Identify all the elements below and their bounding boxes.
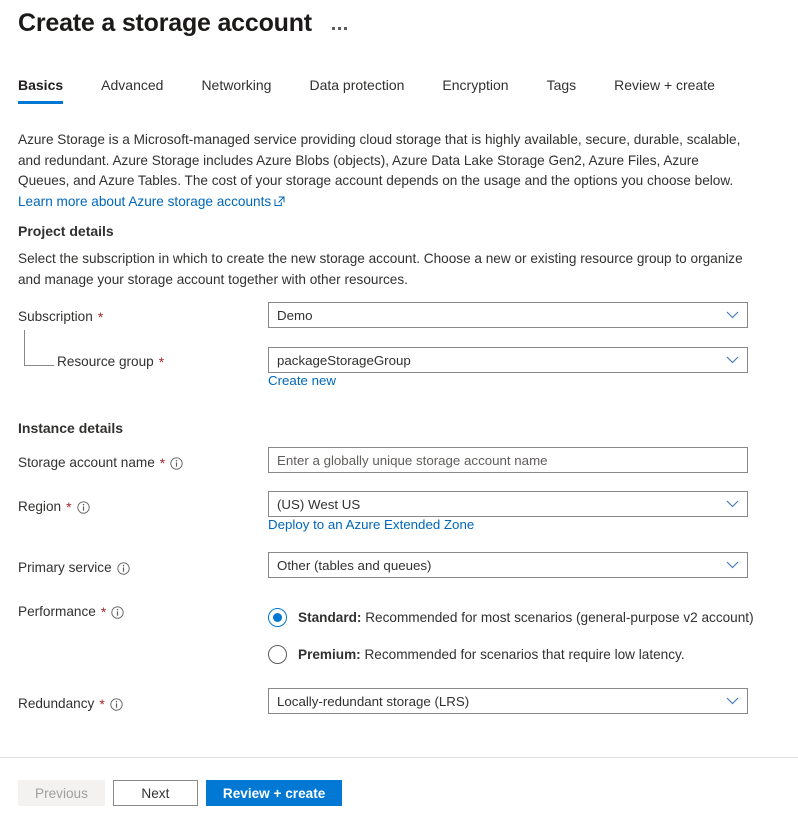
- storage-account-name-label: Storage account name *: [18, 454, 183, 472]
- tab-encryption[interactable]: Encryption: [442, 76, 508, 104]
- performance-required-marker: *: [101, 605, 106, 619]
- ellipsis-dot-2: [338, 27, 341, 30]
- performance-option-standard[interactable]: Standard: Recommended for most scenarios…: [268, 608, 754, 627]
- next-button[interactable]: Next: [113, 780, 198, 806]
- subscription-value: Demo: [277, 308, 720, 323]
- info-icon[interactable]: [117, 562, 130, 575]
- intro-text: Azure Storage is a Microsoft-managed ser…: [18, 132, 740, 188]
- chevron-down-icon: [726, 500, 739, 508]
- performance-option-premium[interactable]: Premium: Recommended for scenarios that …: [268, 645, 685, 664]
- resource-group-value: packageStorageGroup: [277, 353, 720, 368]
- subscription-label-text: Subscription: [18, 308, 93, 326]
- region-dropdown[interactable]: (US) West US: [268, 491, 748, 517]
- radio-premium[interactable]: [268, 645, 287, 664]
- wizard-footer: Previous Next Review + create: [18, 780, 342, 806]
- region-value: (US) West US: [277, 497, 720, 512]
- resource-group-dropdown[interactable]: packageStorageGroup: [268, 347, 748, 373]
- deploy-extended-zone-link[interactable]: Deploy to an Azure Extended Zone: [268, 516, 474, 534]
- redundancy-label: Redundancy *: [18, 695, 123, 713]
- chevron-down-icon: [726, 311, 739, 319]
- subscription-dropdown[interactable]: Demo: [268, 302, 748, 328]
- instance-details-heading: Instance details: [18, 419, 123, 438]
- redundancy-value: Locally-redundant storage (LRS): [277, 694, 720, 709]
- performance-label: Performance *: [18, 603, 124, 621]
- performance-label-text: Performance: [18, 603, 96, 621]
- create-storage-account-blade: Create a storage account Basics Advanced…: [0, 0, 798, 826]
- performance-standard-description: Recommended for most scenarios (general-…: [365, 610, 753, 625]
- primary-service-dropdown[interactable]: Other (tables and queues): [268, 552, 748, 578]
- project-details-heading: Project details: [18, 222, 114, 241]
- subscription-label: Subscription *: [18, 308, 103, 326]
- region-required-marker: *: [66, 500, 71, 514]
- redundancy-label-text: Redundancy: [18, 695, 94, 713]
- chevron-down-icon: [726, 561, 739, 569]
- redundancy-dropdown[interactable]: Locally-redundant storage (LRS): [268, 688, 748, 714]
- resource-group-tree-connector: [24, 330, 54, 366]
- tab-advanced[interactable]: Advanced: [101, 76, 163, 104]
- project-details-description: Select the subscription in which to crea…: [18, 249, 748, 290]
- primary-service-label: Primary service: [18, 559, 130, 577]
- performance-premium-label: Premium: Recommended for scenarios that …: [298, 646, 685, 664]
- chevron-down-icon: [726, 356, 739, 364]
- performance-standard-name: Standard:: [298, 610, 361, 625]
- intro-paragraph: Azure Storage is a Microsoft-managed ser…: [18, 130, 748, 213]
- blade-header: Create a storage account: [18, 6, 351, 40]
- storage-account-name-label-text: Storage account name: [18, 454, 155, 472]
- primary-service-value: Other (tables and queues): [277, 558, 720, 573]
- resource-group-required-marker: *: [159, 355, 164, 369]
- radio-standard[interactable]: [268, 608, 287, 627]
- tab-review-create[interactable]: Review + create: [614, 76, 715, 104]
- storage-account-name-input[interactable]: Enter a globally unique storage account …: [268, 447, 748, 473]
- external-link-icon: [274, 193, 285, 214]
- info-icon[interactable]: [170, 457, 183, 470]
- primary-service-label-text: Primary service: [18, 559, 112, 577]
- info-icon[interactable]: [77, 501, 90, 514]
- tab-data-protection[interactable]: Data protection: [309, 76, 404, 104]
- tab-networking[interactable]: Networking: [201, 76, 271, 104]
- info-icon[interactable]: [111, 606, 124, 619]
- storage-account-name-placeholder: Enter a globally unique storage account …: [277, 453, 739, 468]
- footer-divider: [0, 757, 798, 758]
- resource-group-label-text: Resource group: [57, 353, 154, 371]
- ellipsis-dot-1: [332, 27, 335, 30]
- performance-premium-name: Premium:: [298, 647, 361, 662]
- subscription-required-marker: *: [98, 310, 103, 324]
- tab-basics[interactable]: Basics: [18, 76, 63, 104]
- info-icon[interactable]: [110, 698, 123, 711]
- redundancy-required-marker: *: [99, 697, 104, 711]
- resource-group-label: Resource group *: [57, 353, 164, 371]
- chevron-down-icon: [726, 697, 739, 705]
- ellipsis-dot-3: [344, 27, 347, 30]
- review-create-button[interactable]: Review + create: [206, 780, 342, 806]
- region-label-text: Region: [18, 498, 61, 516]
- region-label: Region *: [18, 498, 90, 516]
- ellipsis-icon[interactable]: [328, 21, 351, 32]
- create-new-resource-group-link[interactable]: Create new: [268, 372, 336, 390]
- performance-premium-description: Recommended for scenarios that require l…: [364, 647, 684, 662]
- storage-account-name-required-marker: *: [160, 456, 165, 470]
- wizard-tabs: Basics Advanced Networking Data protecti…: [18, 76, 753, 104]
- learn-more-link[interactable]: Learn more about Azure storage accounts: [18, 194, 271, 209]
- previous-button[interactable]: Previous: [18, 780, 105, 806]
- page-title: Create a storage account: [18, 6, 312, 40]
- performance-standard-label: Standard: Recommended for most scenarios…: [298, 609, 754, 627]
- tab-tags[interactable]: Tags: [547, 76, 577, 104]
